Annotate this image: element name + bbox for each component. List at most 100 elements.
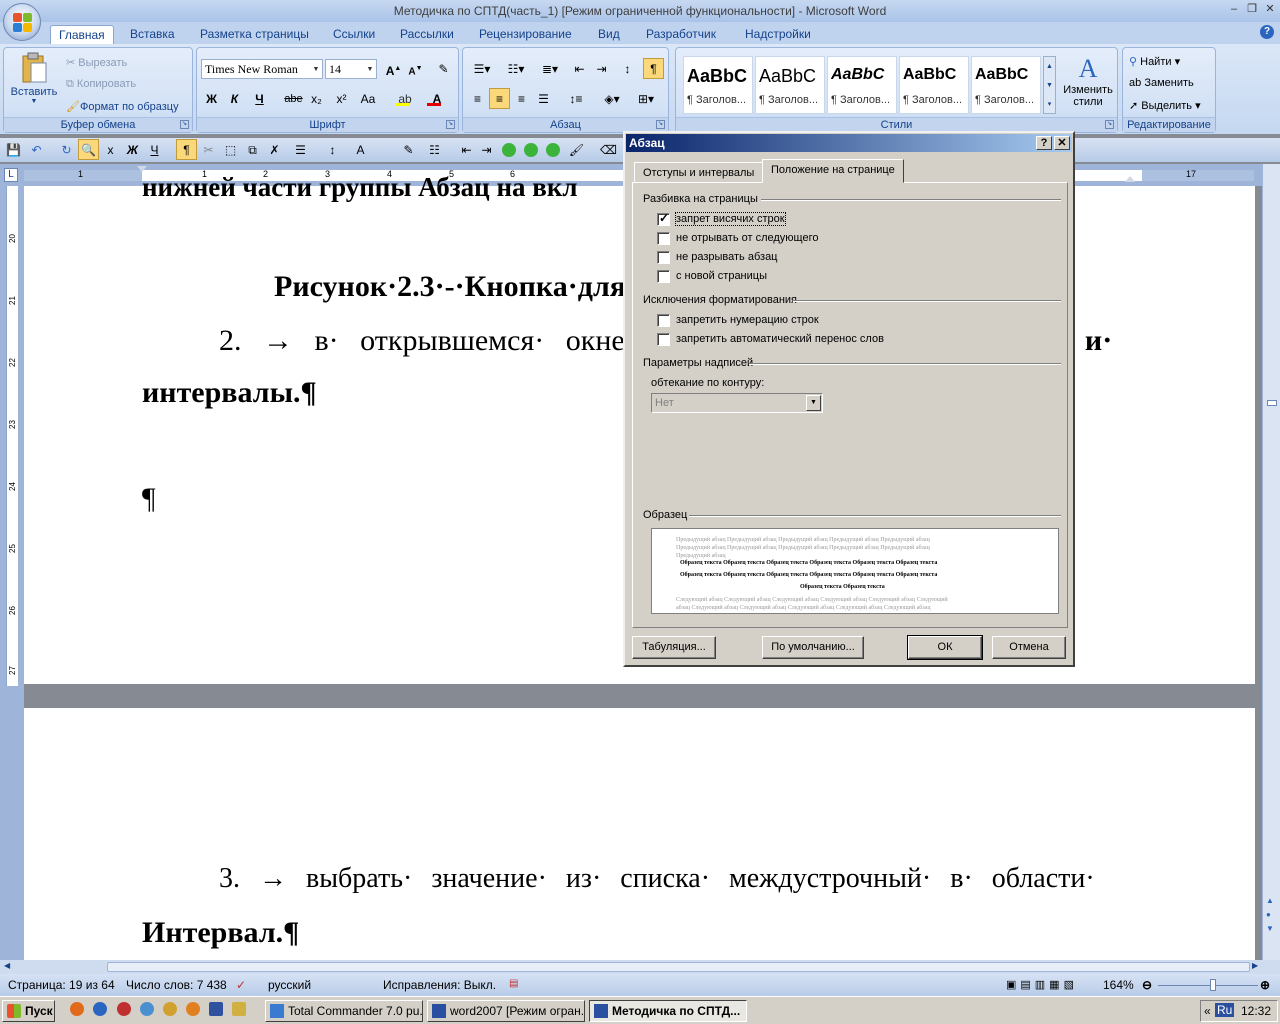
zoom-icon[interactable]: 🔍 — [78, 139, 99, 160]
dialog-help-button[interactable]: ? — [1036, 136, 1052, 150]
page-indicator[interactable]: Страница: 19 из 64 — [8, 978, 115, 992]
vertical-ruler[interactable]: 20 21 22 23 24 25 26 27 — [6, 186, 18, 686]
task-methodichka[interactable]: Методичка по СПТД... — [589, 1000, 747, 1022]
bold-italic-icon[interactable]: Ж — [122, 139, 143, 160]
view-buttons-icon[interactable]: ▣▤▥▦▧ — [1006, 978, 1078, 991]
dialog-close-button[interactable]: ✕ — [1054, 136, 1070, 150]
align-center-icon[interactable]: ≡ — [489, 88, 510, 109]
tab-view[interactable]: Вид — [590, 25, 628, 44]
style-heading-4[interactable]: AaBbC ¶ Заголов... — [899, 56, 969, 114]
app-icon[interactable] — [140, 1002, 154, 1016]
right-indent-marker-icon[interactable] — [1125, 176, 1135, 182]
outdent-icon[interactable]: ⇤ — [456, 139, 477, 160]
italic-button[interactable]: К — [224, 88, 245, 109]
tab-page-layout[interactable]: Разметка страницы — [192, 25, 317, 44]
font-name-combo[interactable]: Times New Roman ▼ — [201, 59, 323, 79]
tab-selector-icon[interactable]: L — [4, 168, 18, 182]
numbered-list-icon[interactable]: ☷ — [424, 139, 445, 160]
tab-developer[interactable]: Разработчик — [638, 25, 724, 44]
clear-icon[interactable]: ✗ — [264, 139, 285, 160]
style-heading-2[interactable]: AaBbC ¶ Заголов... — [755, 56, 825, 114]
underline-button[interactable]: Ч — [249, 88, 270, 109]
page-break-before-checkbox[interactable] — [657, 270, 670, 283]
dialog-launcher-icon[interactable]: ↘ — [180, 120, 189, 129]
underline-icon[interactable]: Ч — [144, 139, 165, 160]
list-icon[interactable]: ☰ — [290, 139, 311, 160]
align-right-icon[interactable]: ≡ — [511, 88, 532, 109]
tab-indents-spacing[interactable]: Отступы и интервалы — [634, 162, 764, 182]
shrink-font-button[interactable]: A▼ — [405, 58, 426, 79]
language-indicator[interactable]: русский — [268, 978, 311, 992]
dialog-launcher-icon[interactable]: ↘ — [446, 120, 455, 129]
subscript-button[interactable]: x₂ — [306, 88, 327, 109]
ie-icon[interactable] — [93, 1002, 107, 1016]
track-changes-indicator[interactable]: Исправления: Выкл. — [383, 978, 496, 992]
change-case-button[interactable]: Aa — [355, 88, 381, 109]
minimize-button[interactable]: – — [1227, 3, 1241, 17]
align-left-icon[interactable]: ≡ — [467, 88, 488, 109]
start-button[interactable]: Пуск — [2, 1000, 55, 1022]
tab-mailings[interactable]: Рассылки — [392, 25, 462, 44]
style-icon[interactable]: A — [350, 139, 371, 160]
dialog-launcher-icon[interactable]: ↘ — [656, 120, 665, 129]
style-heading-3[interactable]: AaBbC ¶ Заголов... — [827, 56, 897, 114]
no-hyphenation-checkbox[interactable] — [657, 333, 670, 346]
select-button[interactable]: ➚ Выделить ▾ — [1129, 99, 1201, 112]
horizontal-scrollbar[interactable]: ◀ ▶ — [0, 960, 1280, 974]
bullets-icon[interactable]: ☰▾ — [467, 58, 497, 79]
zoom-out-icon[interactable]: ⊖ — [1142, 978, 1152, 992]
app-icon[interactable] — [209, 1002, 223, 1016]
zoom-slider-thumb[interactable] — [1210, 979, 1216, 991]
strikethrough-button[interactable]: abe — [283, 88, 304, 109]
app-icon[interactable] — [186, 1002, 200, 1016]
scroll-thumb[interactable] — [1267, 400, 1277, 406]
numbering-icon[interactable]: ☷▾ — [501, 58, 531, 79]
restore-button[interactable]: ❐ — [1245, 3, 1259, 17]
keep-lines-together-checkbox[interactable] — [657, 251, 670, 264]
highlight-icon[interactable]: ab — [391, 88, 419, 109]
dialog-launcher-icon[interactable]: ↘ — [1105, 120, 1114, 129]
vertical-scrollbar[interactable]: ▲ ● ▼ — [1262, 164, 1280, 962]
spelling-icon[interactable]: ✓ — [236, 978, 246, 992]
office-button[interactable] — [3, 3, 41, 41]
styles-scroll[interactable]: ▲ ▼ ▾ — [1043, 56, 1056, 114]
style-heading-5[interactable]: AaBbC ¶ Заголов... — [971, 56, 1041, 114]
format-painter-button[interactable]: 🖌Формат по образцу — [66, 100, 179, 113]
task-word2007[interactable]: word2007 [Режим огран... — [427, 1000, 585, 1022]
app-icon[interactable] — [117, 1002, 131, 1016]
copy-button[interactable]: ⧉ Копировать — [66, 78, 136, 91]
justify-icon[interactable]: ☰ — [533, 88, 554, 109]
green-dot-icon[interactable] — [524, 143, 538, 157]
sort-icon[interactable]: ↕ — [617, 58, 638, 79]
save-icon[interactable]: 💾 — [3, 139, 24, 160]
document-page[interactable]: 3. → выбрать· значение· из· списка· межд… — [24, 708, 1255, 962]
tab-line-page-breaks[interactable]: Положение на странице — [762, 159, 904, 183]
scroll-right-icon[interactable]: ▶ — [1252, 961, 1258, 970]
indent-icon[interactable]: ⇥ — [476, 139, 497, 160]
tab-home[interactable]: Главная — [50, 25, 114, 44]
close-button[interactable]: ✕ — [1263, 3, 1277, 17]
clear-format-icon[interactable]: ✎ — [433, 58, 454, 79]
tab-addins[interactable]: Надстройки — [737, 25, 819, 44]
grow-font-button[interactable]: A▲ — [383, 58, 404, 79]
wrap-select[interactable]: Нет ▼ — [651, 393, 823, 413]
decrease-indent-icon[interactable]: ⇤ — [569, 58, 590, 79]
spacing-icon[interactable]: ↕ — [322, 139, 343, 160]
green-dot-icon[interactable] — [502, 143, 516, 157]
replace-button[interactable]: ab Заменить — [1129, 77, 1194, 89]
font-size-combo[interactable]: 14 ▼ — [325, 59, 377, 79]
copy-icon[interactable]: ⧉ — [242, 139, 263, 160]
increase-indent-icon[interactable]: ⇥ — [591, 58, 612, 79]
bold-button[interactable]: Ж — [201, 88, 222, 109]
change-styles-button[interactable]: A Изменить стили — [1060, 54, 1116, 108]
select-icon[interactable]: ⬚ — [220, 139, 241, 160]
paste-button[interactable]: Вставить ▼ — [8, 52, 60, 112]
ok-button[interactable]: ОК — [907, 635, 983, 660]
show-marks-icon[interactable]: ¶ — [643, 58, 664, 79]
tab-insert[interactable]: Вставка — [122, 25, 183, 44]
superscript-button[interactable]: x² — [331, 88, 352, 109]
default-button[interactable]: По умолчанию... — [762, 636, 864, 659]
tabs-button[interactable]: Табуляция... — [632, 636, 716, 659]
pilcrow-icon[interactable]: ¶ — [176, 139, 197, 160]
app-icon[interactable] — [232, 1002, 246, 1016]
